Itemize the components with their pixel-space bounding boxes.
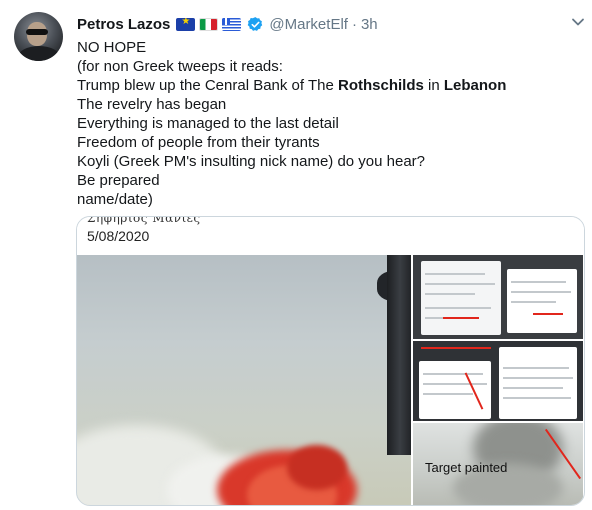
text-line	[503, 387, 563, 389]
tweet-line: Trump blew up the Cenral Bank of The Rot…	[77, 76, 577, 95]
tweet[interactable]: Petros Lazos @MarketElf · 3h NO HOPE (fo…	[0, 0, 592, 510]
tweet-line: (for non Greek tweeps it reads:	[77, 58, 283, 75]
text-line	[425, 293, 475, 295]
avatar-sunglasses	[26, 29, 48, 35]
mini-tweet	[419, 361, 491, 419]
text-line	[511, 291, 571, 293]
card-header: Σηφηρίος Μανίες 5/08/2020	[77, 217, 584, 255]
avatar[interactable]	[14, 12, 63, 61]
italy-flag-icon	[199, 17, 219, 31]
tweet-line: Koyli (Greek PM's insulting nick name) d…	[77, 153, 426, 170]
card-date: 5/08/2020	[87, 228, 150, 244]
mini-tweet	[499, 347, 577, 419]
separator-dot: ·	[351, 15, 357, 33]
text-line	[503, 377, 573, 379]
tweet-line: Everything is managed to the last detail	[77, 115, 339, 132]
tweet-line-part: Trump blew up the Cenral Bank of The	[77, 77, 334, 94]
tweet-line: name/date)	[77, 191, 153, 208]
tweet-header: Petros Lazos @MarketElf · 3h	[77, 14, 378, 34]
verified-badge-icon	[248, 16, 263, 31]
chevron-down-icon[interactable]	[570, 14, 586, 30]
tweet-line: The revelry has began	[77, 96, 227, 113]
text-line	[425, 273, 485, 275]
tweet-text: NO HOPE (for non Greek tweeps it reads: …	[77, 38, 577, 209]
greece-flag-icon	[222, 17, 242, 31]
text-line	[425, 307, 491, 309]
tweet-timestamp[interactable]: 3h	[361, 16, 378, 33]
text-line	[503, 397, 571, 399]
eu-flag-icon	[176, 17, 196, 31]
pole	[387, 255, 411, 455]
screenshot-panel-top[interactable]	[413, 255, 583, 339]
media-card[interactable]: Σηφηρίος Μανίες 5/08/2020 Target painted	[76, 216, 585, 506]
text-line	[423, 393, 473, 395]
red-annotation	[533, 313, 563, 315]
author-name[interactable]: Petros Lazos	[77, 16, 170, 33]
card-signature: Σηφηρίος Μανίες	[87, 216, 201, 225]
tweet-line: Be prepared	[77, 172, 160, 189]
text-line	[511, 281, 566, 283]
avatar-shoulders	[18, 46, 60, 61]
screenshot-panel-middle[interactable]	[413, 341, 583, 421]
explosion-photo[interactable]	[77, 255, 411, 505]
text-line	[423, 373, 483, 375]
text-line	[423, 383, 487, 385]
author-handle[interactable]: @MarketElf	[269, 16, 348, 33]
red-annotation	[421, 347, 491, 349]
text-line	[511, 301, 556, 303]
red-annotation	[443, 317, 479, 319]
tweet-line-part: in	[428, 77, 440, 94]
tweet-line: NO HOPE	[77, 39, 147, 56]
bold-word: Rothschilds	[337, 77, 424, 94]
text-line	[503, 367, 569, 369]
text-line	[425, 283, 495, 285]
tweet-line: Freedom of people from their tyrants	[77, 134, 320, 151]
target-label: Target painted	[425, 460, 508, 475]
bold-word: Lebanon	[443, 77, 507, 94]
explosion-cloud	[287, 445, 347, 490]
